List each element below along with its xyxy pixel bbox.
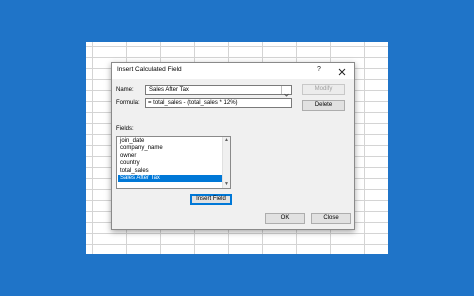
modify-button[interactable]: Modify [302,84,345,95]
fields-label: Fields: [116,126,134,132]
fields-scrollbar[interactable]: ▲ ▼ [222,137,230,188]
fields-listbox[interactable]: join_date company_name owner country tot… [116,136,231,189]
insert-calculated-field-dialog: Insert Calculated Field ? Name: Sales Af… [111,62,355,230]
list-item[interactable]: company_name [118,145,222,152]
name-dropdown[interactable]: Sales After Tax [145,85,292,97]
dialog-title: Insert Calculated Field [117,66,182,73]
list-item-selected[interactable]: Sales After Tax [118,174,222,183]
dialog-titlebar: Insert Calculated Field ? [112,63,354,79]
list-item[interactable]: total_sales [118,168,222,175]
list-item[interactable]: owner [118,153,222,160]
close-icon[interactable] [336,65,348,76]
help-button[interactable]: ? [314,65,324,75]
delete-button[interactable]: Delete [302,100,345,111]
insert-field-button[interactable]: Insert Field [190,194,232,205]
fields-items: join_date company_name owner country tot… [118,138,222,183]
chevron-down-icon[interactable] [281,86,291,97]
formula-label: Formula: [116,100,140,106]
ok-button[interactable]: OK [265,213,305,224]
name-value: Sales After Tax [149,87,189,93]
scroll-up-icon[interactable]: ▲ [223,137,230,144]
name-label: Name: [116,87,134,93]
list-item[interactable]: country [118,160,222,167]
scroll-down-icon[interactable]: ▼ [223,181,230,188]
close-button[interactable]: Close [311,213,351,224]
formula-field[interactable]: = total_sales - (total_sales * 12%) [145,98,292,108]
list-item[interactable]: join_date [118,138,222,145]
